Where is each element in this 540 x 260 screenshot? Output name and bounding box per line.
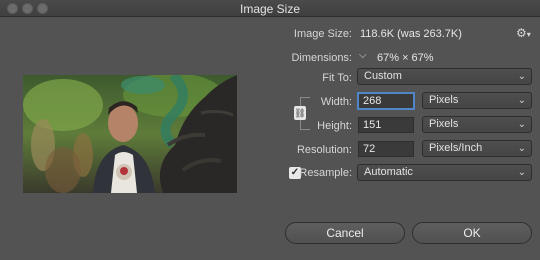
chevron-down-icon: ⌄ <box>517 119 526 130</box>
resample-select[interactable]: Automatic ⌄ <box>357 164 532 181</box>
window-title: Image Size <box>239 2 301 16</box>
width-unit-select[interactable]: Pixels ⌄ <box>422 92 532 109</box>
chevron-down-icon: ⌄ <box>517 167 526 178</box>
resolution-label: Resolution: <box>296 144 352 156</box>
resample-label: Resample: <box>299 167 352 179</box>
image-preview <box>23 75 237 193</box>
resolution-unit-select[interactable]: Pixels/Inch ⌄ <box>422 140 532 157</box>
width-input[interactable]: 268 <box>358 93 414 109</box>
dimensions-label: Dimensions: <box>291 52 352 64</box>
link-chain-icon[interactable]: ⛓ <box>294 106 306 120</box>
image-size-value: 118.6K (was 263.7K) <box>360 28 462 40</box>
width-label: Width: <box>320 96 352 108</box>
height-label: Height: <box>317 120 352 132</box>
resample-value: Automatic <box>364 166 413 178</box>
image-size-label: Image Size: <box>293 28 352 40</box>
resolution-unit-value: Pixels/Inch <box>429 142 483 154</box>
resolution-input[interactable]: 72 <box>358 141 414 157</box>
dimensions-value: 67% × 67% <box>377 52 434 64</box>
cancel-button[interactable]: Cancel <box>285 222 405 244</box>
chevron-down-icon: ⌄ <box>517 143 526 154</box>
height-unit-value: Pixels <box>429 118 459 130</box>
fit-to-label: Fit To: <box>322 72 352 84</box>
width-unit-value: Pixels <box>429 94 459 106</box>
eye-toggle-icon[interactable]: ⌵ <box>359 50 367 61</box>
title-bar: Image Size <box>0 0 540 17</box>
fit-to-select[interactable]: Custom ⌄ <box>357 68 532 85</box>
preview-picture <box>23 75 237 193</box>
gear-icon[interactable]: ⚙▾ <box>516 26 531 40</box>
fit-to-value: Custom <box>364 70 402 82</box>
height-unit-select[interactable]: Pixels ⌄ <box>422 116 532 133</box>
height-input[interactable]: 151 <box>358 117 414 133</box>
chevron-down-icon: ⌄ <box>517 71 526 82</box>
ok-button[interactable]: OK <box>412 222 532 244</box>
chevron-down-icon: ⌄ <box>517 95 526 106</box>
